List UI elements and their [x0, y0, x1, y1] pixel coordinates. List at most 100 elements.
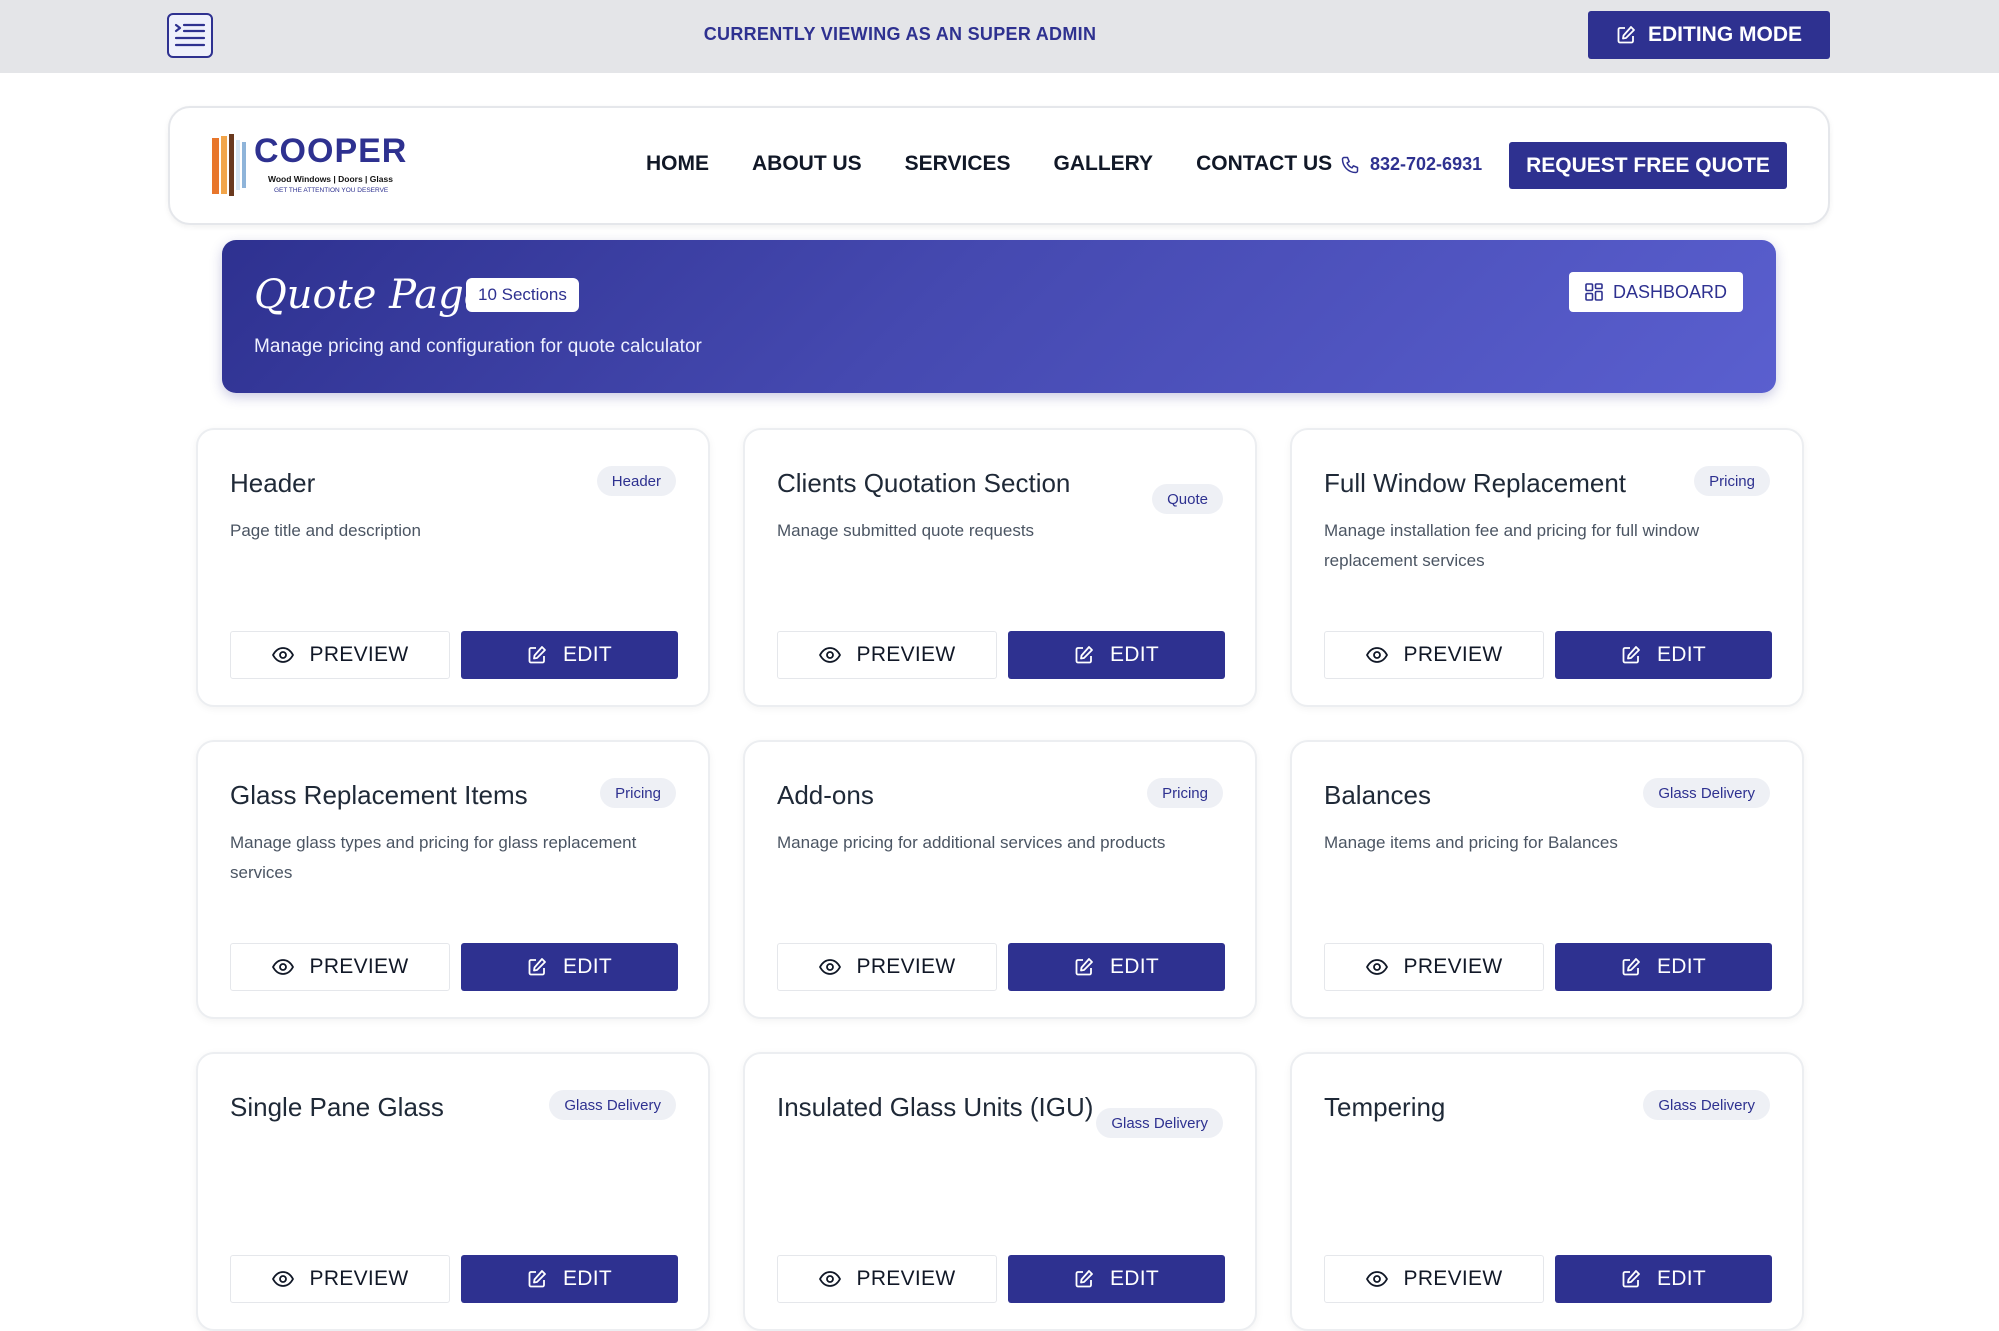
eye-icon — [818, 647, 841, 663]
page-title: Quote Page — [254, 272, 488, 318]
edit-label: EDIT — [1109, 643, 1160, 666]
dashboard-button[interactable]: DASHBOARD — [1569, 272, 1743, 312]
section-card-5: Add-ons Pricing Manage pricing for addit… — [743, 740, 1257, 1019]
section-card-9: Tempering Glass Delivery PREVIEW EDIT — [1290, 1052, 1804, 1331]
section-card-4: Glass Replacement Items Pricing Manage g… — [196, 740, 710, 1019]
edit-button[interactable]: EDIT — [1555, 1255, 1772, 1303]
section-category-badge: Quote — [1152, 484, 1223, 514]
site-navbar: COOPER Wood Windows | Doors | Glass GET … — [168, 106, 1830, 225]
preview-button[interactable]: PREVIEW — [1324, 631, 1544, 679]
section-card-description: Manage items and pricing for Balances — [1324, 833, 1618, 852]
section-card-title: Tempering — [1324, 1092, 1446, 1122]
eye-icon — [1365, 1271, 1388, 1287]
preview-button[interactable]: PREVIEW — [777, 943, 997, 991]
edit-button[interactable]: EDIT — [461, 1255, 678, 1303]
section-category-badge: Pricing — [600, 778, 676, 808]
edit-icon — [1622, 958, 1640, 976]
edit-icon — [528, 646, 546, 664]
section-card-title: Insulated Glass Units (IGU) — [777, 1092, 1094, 1122]
edit-label: EDIT — [1109, 1267, 1160, 1290]
section-card-title: Header — [230, 468, 316, 498]
edit-label: EDIT — [562, 955, 613, 978]
preview-label: PREVIEW — [1403, 955, 1503, 978]
preview-label: PREVIEW — [1403, 1267, 1503, 1290]
edit-icon — [1075, 1270, 1093, 1288]
edit-button[interactable]: EDIT — [1008, 631, 1225, 679]
nav-links: HOME ABOUT US SERVICES GALLERY CONTACT U… — [646, 152, 1332, 176]
editing-mode-label: EDITING MODE — [1647, 23, 1802, 46]
section-card-title: Full Window Replacement — [1324, 468, 1627, 498]
section-card-6: Balances Glass Delivery Manage items and… — [1290, 740, 1804, 1019]
section-card-title: Clients Quotation Section — [777, 468, 1071, 498]
edit-button[interactable]: EDIT — [1555, 943, 1772, 991]
edit-icon — [528, 958, 546, 976]
section-card-2: Clients Quotation Section Quote Manage s… — [743, 428, 1257, 707]
grid-icon — [1585, 283, 1603, 301]
nav-link-about-us[interactable]: ABOUT US — [752, 152, 862, 176]
admin-bar: CURRENTLY VIEWING AS AN SUPER ADMIN EDIT… — [0, 0, 1999, 73]
section-card-title: Glass Replacement Items — [230, 780, 528, 810]
preview-button[interactable]: PREVIEW — [230, 943, 450, 991]
preview-button[interactable]: PREVIEW — [777, 1255, 997, 1303]
eye-icon — [271, 647, 294, 663]
preview-button[interactable]: PREVIEW — [230, 1255, 450, 1303]
eye-icon — [1365, 647, 1388, 663]
page-header-banner: Quote Page 10 Sections Manage pricing an… — [222, 240, 1776, 393]
preview-label: PREVIEW — [856, 955, 956, 978]
preview-button[interactable]: PREVIEW — [230, 631, 450, 679]
section-card-title: Balances — [1324, 780, 1431, 810]
nav-link-home[interactable]: HOME — [646, 152, 709, 176]
edit-label: EDIT — [1109, 955, 1160, 978]
section-category-badge: Header — [596, 466, 676, 496]
edit-button[interactable]: EDIT — [1008, 1255, 1225, 1303]
edit-button[interactable]: EDIT — [461, 943, 678, 991]
request-free-quote-button[interactable]: REQUEST FREE QUOTE — [1509, 142, 1787, 189]
section-card-description: Manage glass types and pricing for glass… — [230, 833, 637, 882]
section-card-description: Manage pricing for additional services a… — [777, 833, 1166, 852]
section-category-badge: Pricing — [1147, 778, 1223, 808]
cooper-logo[interactable]: COOPER Wood Windows | Doors | Glass GET … — [212, 132, 412, 202]
section-card-7: Single Pane Glass Glass Delivery PREVIEW… — [196, 1052, 710, 1331]
edit-label: EDIT — [562, 643, 613, 666]
section-card-3: Full Window Replacement Pricing Manage i… — [1290, 428, 1804, 707]
logo-tagline: Wood Windows | Doors | Glass — [268, 174, 393, 184]
dashboard-label: DASHBOARD — [1612, 281, 1728, 302]
edit-button[interactable]: EDIT — [461, 631, 678, 679]
section-card-8: Insulated Glass Units (IGU) Glass Delive… — [743, 1052, 1257, 1331]
preview-label: PREVIEW — [309, 643, 409, 666]
phone-icon — [1341, 156, 1359, 173]
preview-button[interactable]: PREVIEW — [1324, 943, 1544, 991]
nav-link-services[interactable]: SERVICES — [905, 152, 1011, 176]
preview-label: PREVIEW — [1403, 643, 1503, 666]
section-card-description: Manage submitted quote requests — [777, 521, 1035, 540]
section-category-badge: Glass Delivery — [1643, 778, 1770, 808]
logo-brand: COOPER — [254, 132, 408, 170]
nav-link-contact-us[interactable]: CONTACT US — [1196, 152, 1332, 176]
edit-icon — [1075, 646, 1093, 664]
edit-label: EDIT — [1656, 643, 1707, 666]
phone-number: 832-702-6931 — [1370, 154, 1483, 174]
sections-count-badge: 10 Sections — [466, 278, 579, 312]
admin-role-label: CURRENTLY VIEWING AS AN SUPER ADMIN — [703, 24, 1097, 44]
section-card-description: Page title and description — [230, 521, 421, 540]
edit-button[interactable]: EDIT — [1008, 943, 1225, 991]
edit-icon — [1622, 1270, 1640, 1288]
preview-label: PREVIEW — [309, 955, 409, 978]
eye-icon — [818, 1271, 841, 1287]
section-category-badge: Glass Delivery — [1096, 1108, 1223, 1138]
preview-label: PREVIEW — [856, 643, 956, 666]
preview-button[interactable]: PREVIEW — [777, 631, 997, 679]
eye-icon — [818, 959, 841, 975]
section-category-badge: Glass Delivery — [1643, 1090, 1770, 1120]
edit-label: EDIT — [1656, 1267, 1707, 1290]
preview-button[interactable]: PREVIEW — [1324, 1255, 1544, 1303]
nav-link-gallery[interactable]: GALLERY — [1054, 152, 1154, 176]
section-card-title: Add-ons — [777, 780, 874, 810]
eye-icon — [1365, 959, 1388, 975]
editing-mode-button[interactable]: EDITING MODE — [1588, 11, 1830, 59]
edit-button[interactable]: EDIT — [1555, 631, 1772, 679]
section-card-description: Manage installation fee and pricing for … — [1324, 521, 1700, 570]
phone-link[interactable]: 832-702-6931 — [1340, 154, 1482, 175]
section-category-badge: Glass Delivery — [549, 1090, 676, 1120]
section-card-title: Single Pane Glass — [230, 1092, 444, 1122]
